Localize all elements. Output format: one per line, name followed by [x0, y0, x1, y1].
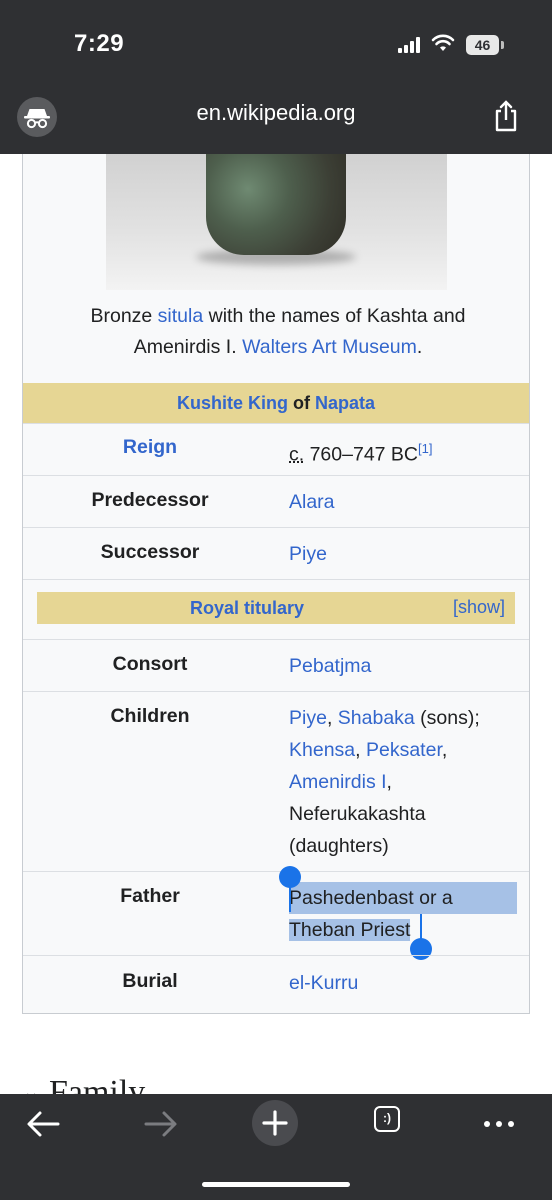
tab-switcher-icon[interactable]: :) — [374, 1106, 400, 1132]
battery-level: 46 — [466, 35, 499, 55]
forward-arrow-icon[interactable] — [134, 1102, 184, 1146]
infobox-header: Kushite King of Napata — [23, 383, 529, 423]
reign-row: Reign c. 760–747 BC[1] — [23, 423, 529, 475]
status-time: 7:29 — [74, 30, 125, 57]
infobox: Bronze situla with the names of Kashta a… — [22, 154, 530, 1014]
burial-row: Burial el-Kurru — [23, 955, 529, 1013]
el-kurru-link[interactable]: el-Kurru — [289, 972, 358, 994]
reign-value: 760–747 BC — [304, 443, 419, 466]
walters-art-museum-link[interactable]: Walters Art Museum — [242, 336, 417, 358]
selected-text[interactable]: Pashedenbast or a — [289, 882, 517, 914]
family-section-heading[interactable]: ⌄ Family — [22, 1074, 145, 1094]
burial-label: Burial — [122, 970, 178, 992]
selected-text-end[interactable]: Theban Priest — [289, 919, 411, 941]
browser-chrome: 7:29 46 en.wikipedia.org — [0, 0, 552, 154]
peksater-link[interactable]: Peksater — [366, 739, 442, 761]
battery-icon: 46 — [466, 35, 504, 55]
children-list: Piye, Shabaka (sons); Khensa, Peksater, … — [289, 707, 480, 857]
kushite-king-link[interactable]: Kushite King — [177, 393, 288, 413]
more-menu-icon[interactable] — [474, 1102, 524, 1146]
predecessor-row: Predecessor Alara — [23, 475, 529, 527]
situla-link[interactable]: situla — [158, 305, 204, 327]
consort-row: Consort Pebatjma — [23, 639, 529, 691]
piye-link[interactable]: Piye — [289, 707, 327, 729]
shabaka-link[interactable]: Shabaka — [338, 707, 415, 729]
circa-abbr: c. — [289, 443, 305, 466]
wifi-icon — [431, 34, 455, 51]
consort-link[interactable]: Pebatjma — [289, 655, 371, 677]
new-tab-plus-icon[interactable] — [252, 1100, 298, 1146]
father-label: Father — [120, 885, 180, 907]
reign-label-link[interactable]: Reign — [123, 436, 177, 458]
successor-link[interactable]: Piye — [289, 543, 327, 565]
home-indicator — [202, 1182, 350, 1187]
children-label: Children — [110, 705, 190, 727]
khensa-link[interactable]: Khensa — [289, 739, 355, 761]
signal-icon — [398, 37, 424, 53]
napata-link[interactable]: Napata — [315, 393, 375, 413]
royal-titulary-link[interactable]: Royal titulary — [23, 598, 471, 619]
situla-image[interactable] — [106, 154, 447, 290]
wikipedia-page: Bronze situla with the names of Kashta a… — [0, 154, 552, 1094]
successor-row: Successor Piye — [23, 527, 529, 579]
father-value[interactable]: Pashedenbast or a Theban Priest — [289, 882, 519, 946]
chevron-down-icon[interactable]: ⌄ — [22, 1080, 40, 1094]
bottom-toolbar: :) — [0, 1094, 552, 1200]
amenirdis-link[interactable]: Amenirdis I — [289, 771, 387, 793]
share-icon[interactable] — [490, 98, 522, 134]
titulary-show-toggle[interactable]: [show] — [453, 597, 505, 618]
reference-link[interactable]: [1] — [418, 441, 432, 456]
children-row: Children Piye, Shabaka (sons); Khensa, P… — [23, 691, 529, 871]
successor-label: Successor — [100, 541, 200, 563]
father-row: Father Pashedenbast or a Theban Priest — [23, 866, 529, 960]
back-arrow-icon[interactable] — [20, 1102, 70, 1146]
url-bar[interactable]: en.wikipedia.org — [0, 100, 552, 126]
predecessor-label: Predecessor — [91, 489, 209, 511]
consort-label: Consort — [112, 653, 188, 675]
titulary-row: Royal titulary [show] — [23, 579, 529, 639]
predecessor-link[interactable]: Alara — [289, 491, 335, 513]
image-caption: Bronze situla with the names of Kashta a… — [90, 305, 466, 358]
